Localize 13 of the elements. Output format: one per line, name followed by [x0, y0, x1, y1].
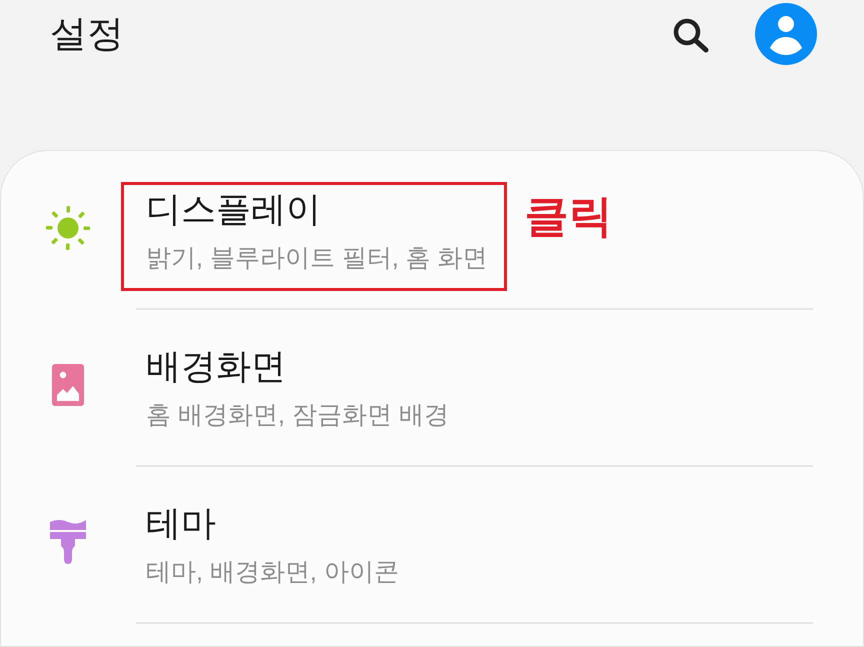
item-subtitle: 테마, 배경화면, 아이콘: [146, 557, 399, 588]
item-subtitle: 홈 배경화면, 잠금화면 배경: [146, 400, 449, 431]
item-title[interactable]: 배경화면: [146, 345, 449, 389]
item-title[interactable]: 테마: [146, 502, 399, 546]
picture-icon: [52, 364, 84, 406]
sun-icon: [45, 204, 91, 250]
page-title: 설정: [50, 12, 124, 56]
search-icon[interactable]: [672, 18, 710, 53]
avatar-icon[interactable]: [755, 3, 817, 65]
paint-brush-icon: [50, 519, 86, 564]
item-title[interactable]: 디스플레이: [146, 188, 488, 232]
callout-label: 클릭: [524, 191, 613, 243]
item-subtitle: 밝기, 블루라이트 필터, 홈 화면: [146, 243, 488, 274]
